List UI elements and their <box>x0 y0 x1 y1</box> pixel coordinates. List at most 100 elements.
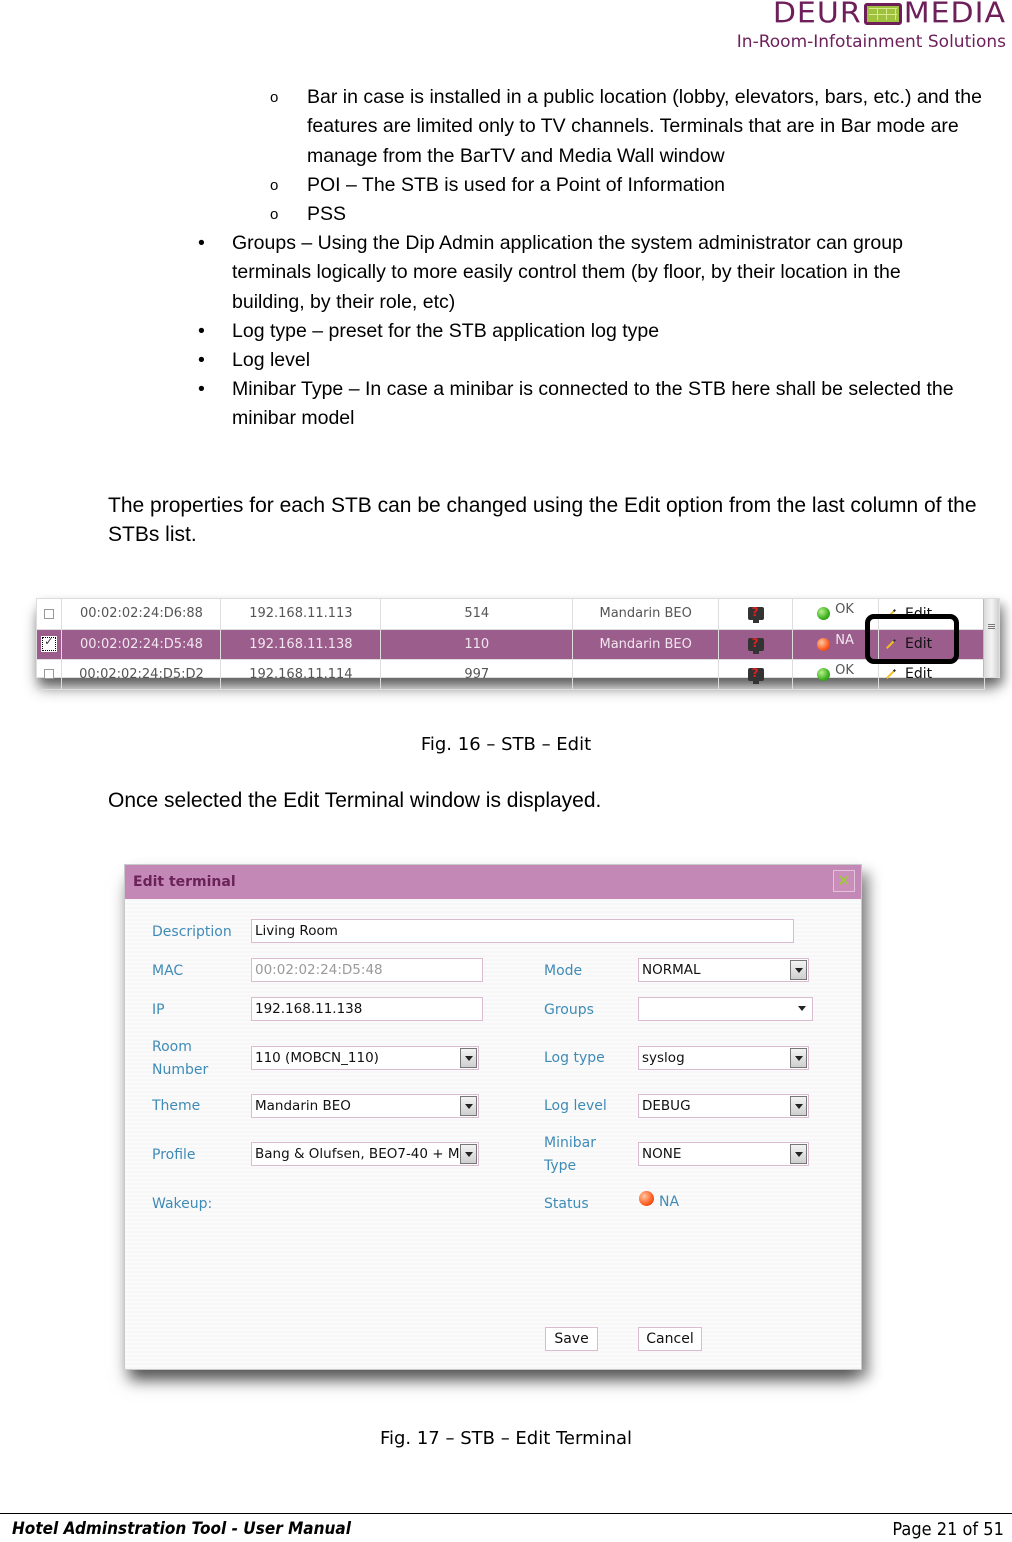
minibar-type-value: NONE <box>642 1146 682 1162</box>
profile-value: Bang & Olufsen, BEO7-40 + Me <box>255 1146 468 1162</box>
table-row[interactable]: 00:02:02:24:D5:D2 192.168.11.114 997 OK … <box>37 659 985 690</box>
chevron-down-icon[interactable] <box>790 1144 807 1164</box>
log-level-value: DEBUG <box>642 1098 691 1114</box>
theme-cell <box>572 659 720 690</box>
minibar-type-select[interactable]: NONE <box>638 1142 809 1166</box>
logo-word-left: DEUR <box>772 0 862 31</box>
circle-bullet-icon: o <box>270 177 279 194</box>
mac-label: MAC <box>152 963 184 979</box>
figure-17-caption: Fig. 17 – STB – Edit Terminal <box>379 1428 633 1449</box>
mac-cell: 00:02:02:24:D5:48 <box>61 629 222 660</box>
row-checkbox-checked[interactable] <box>41 635 58 652</box>
profile-label: Profile <box>152 1147 196 1163</box>
ip-label: IP <box>152 1002 165 1018</box>
ip-cell: 192.168.11.114 <box>220 659 382 690</box>
status-text: OK <box>835 662 854 678</box>
row-checkbox[interactable] <box>44 608 55 619</box>
ip-input[interactable]: 192.168.11.138 <box>251 997 483 1021</box>
minibar-type-label-line1: Minibar <box>544 1135 596 1151</box>
ip-cell: 192.168.11.113 <box>220 599 382 630</box>
circle-bullet-icon: o <box>270 206 279 223</box>
row-checkbox-cell[interactable] <box>37 659 63 690</box>
room-number-label-line1: Room <box>152 1039 192 1055</box>
ip-cell: 192.168.11.138 <box>220 629 382 660</box>
chevron-down-icon[interactable] <box>794 999 811 1019</box>
footer-page-number: Page 21 of 51 <box>892 1519 1004 1540</box>
logo-tagline: In-Room-Infotainment Solutions <box>736 32 1006 52</box>
bullet-icon: • <box>198 378 205 400</box>
description-label: Description <box>152 924 232 940</box>
chevron-down-icon[interactable] <box>460 1096 477 1116</box>
monitor-cell <box>718 659 794 690</box>
edit-link[interactable]: Edit <box>905 666 932 682</box>
logo-wordmark: DEUR MEDIA <box>676 0 1006 28</box>
log-level-select[interactable]: DEBUG <box>638 1094 809 1118</box>
log-type-value: syslog <box>642 1050 685 1066</box>
table-row[interactable]: 00:02:02:24:D6:88 192.168.11.113 514 Man… <box>37 599 985 630</box>
room-cell: 110 <box>380 629 574 660</box>
log-level-label: Log level <box>544 1098 607 1114</box>
bullet-icon: • <box>198 349 205 371</box>
status-na-icon <box>639 1191 654 1206</box>
bullet-icon: • <box>198 232 205 254</box>
edit-highlight-annotation <box>865 614 959 664</box>
scrollbar-grip-icon[interactable] <box>988 623 995 629</box>
subitem-text: Bar in case is installed in a public loc… <box>307 86 982 167</box>
chevron-down-icon[interactable] <box>790 960 807 980</box>
wakeup-label: Wakeup: <box>152 1196 213 1212</box>
row-checkbox-cell[interactable] <box>37 629 63 660</box>
mode-select[interactable]: NORMAL <box>638 958 809 982</box>
cancel-button[interactable]: Cancel <box>638 1327 702 1351</box>
room-number-select[interactable]: 110 (MOBCN_110) <box>251 1046 479 1070</box>
paragraph-edit-option: The properties for each STB can be chang… <box>108 494 977 546</box>
bullet-text: Log level <box>232 349 311 371</box>
groups-select[interactable] <box>638 997 813 1021</box>
bullet-icon: • <box>198 320 205 342</box>
subitem-text: POI – The STB is used for a Point of Inf… <box>307 174 726 196</box>
logo-word-right: MEDIA <box>903 0 1006 31</box>
room-number-value: 110 (MOBCN_110) <box>255 1050 379 1066</box>
monitor-unknown-icon <box>747 605 764 624</box>
log-type-label: Log type <box>544 1050 605 1066</box>
table-row-selected[interactable]: 00:02:02:24:D5:48 192.168.11.138 110 Man… <box>37 629 985 660</box>
save-button[interactable]: Save <box>545 1327 598 1351</box>
status-text: OK <box>835 602 854 618</box>
chevron-down-icon[interactable] <box>460 1144 477 1164</box>
profile-select[interactable]: Bang & Olufsen, BEO7-40 + Me <box>251 1142 479 1166</box>
groups-label: Groups <box>544 1002 594 1018</box>
theme-value: Mandarin BEO <box>255 1098 351 1114</box>
edit-terminal-dialog: Edit terminal ✕ Description Living Room … <box>124 864 862 1370</box>
chevron-down-icon[interactable] <box>790 1096 807 1116</box>
log-type-select[interactable]: syslog <box>638 1046 809 1070</box>
mac-cell: 00:02:02:24:D5:D2 <box>61 659 222 690</box>
mac-cell: 00:02:02:24:D6:88 <box>61 599 222 630</box>
bullet-text: Groups – Using the Dip Admin application… <box>232 232 903 313</box>
status-text: NA <box>835 632 854 648</box>
circle-bullet-icon: o <box>270 89 279 106</box>
bullet-text: Log type – preset for the STB applicatio… <box>232 320 660 342</box>
description-input[interactable]: Living Room <box>251 919 794 943</box>
mode-value: NORMAL <box>642 962 701 978</box>
monitor-unknown-icon <box>747 666 764 684</box>
figure-16-caption: Fig. 16 – STB – Edit <box>420 734 592 755</box>
row-checkbox-cell[interactable] <box>37 599 63 630</box>
status-ok-icon <box>817 607 831 621</box>
bullet-text: Minibar Type – In case a minibar is conn… <box>232 378 954 430</box>
row-checkbox[interactable] <box>44 669 55 679</box>
paragraph-edit-window: Once selected the Edit Terminal window i… <box>108 789 602 812</box>
room-cell: 997 <box>380 659 574 690</box>
chevron-down-icon[interactable] <box>790 1048 807 1068</box>
stb-list-screenshot: 00:02:02:24:D6:88 192.168.11.113 514 Man… <box>36 598 1000 690</box>
close-icon[interactable]: ✕ <box>833 870 855 892</box>
table-scrollbar[interactable] <box>983 599 999 677</box>
monitor-cell <box>718 599 794 630</box>
mode-label: Mode <box>544 963 583 979</box>
dialog-title: Edit terminal <box>133 874 236 890</box>
monitor-cell <box>718 629 794 660</box>
chevron-down-icon[interactable] <box>460 1048 477 1068</box>
theme-label: Theme <box>152 1098 201 1114</box>
stb-table: 00:02:02:24:D6:88 192.168.11.113 514 Man… <box>37 599 985 690</box>
pencil-icon <box>886 669 896 679</box>
status-value: NA <box>659 1194 680 1210</box>
theme-select[interactable]: Mandarin BEO <box>251 1094 479 1118</box>
